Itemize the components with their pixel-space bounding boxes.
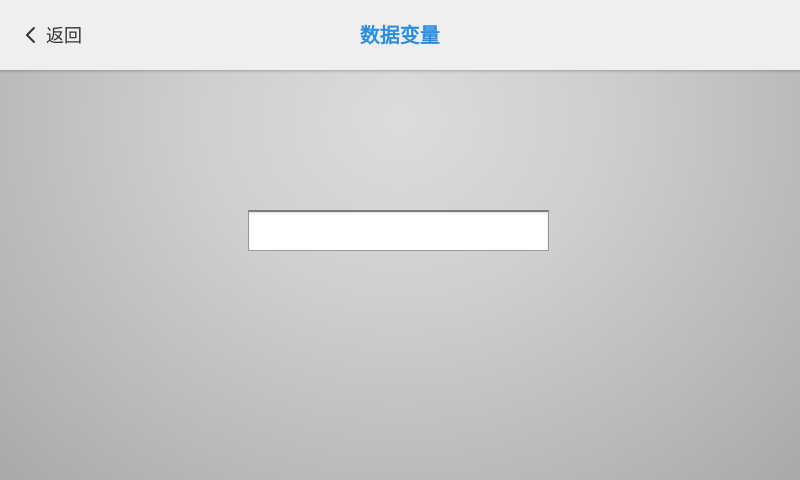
main-content	[0, 70, 800, 480]
page-title: 数据变量	[360, 23, 440, 47]
header-bar: 返回 数据变量	[0, 0, 800, 70]
chevron-left-icon	[24, 25, 38, 45]
data-variable-input[interactable]	[248, 210, 549, 251]
back-label: 返回	[46, 26, 82, 47]
back-button[interactable]: 返回	[24, 0, 82, 70]
